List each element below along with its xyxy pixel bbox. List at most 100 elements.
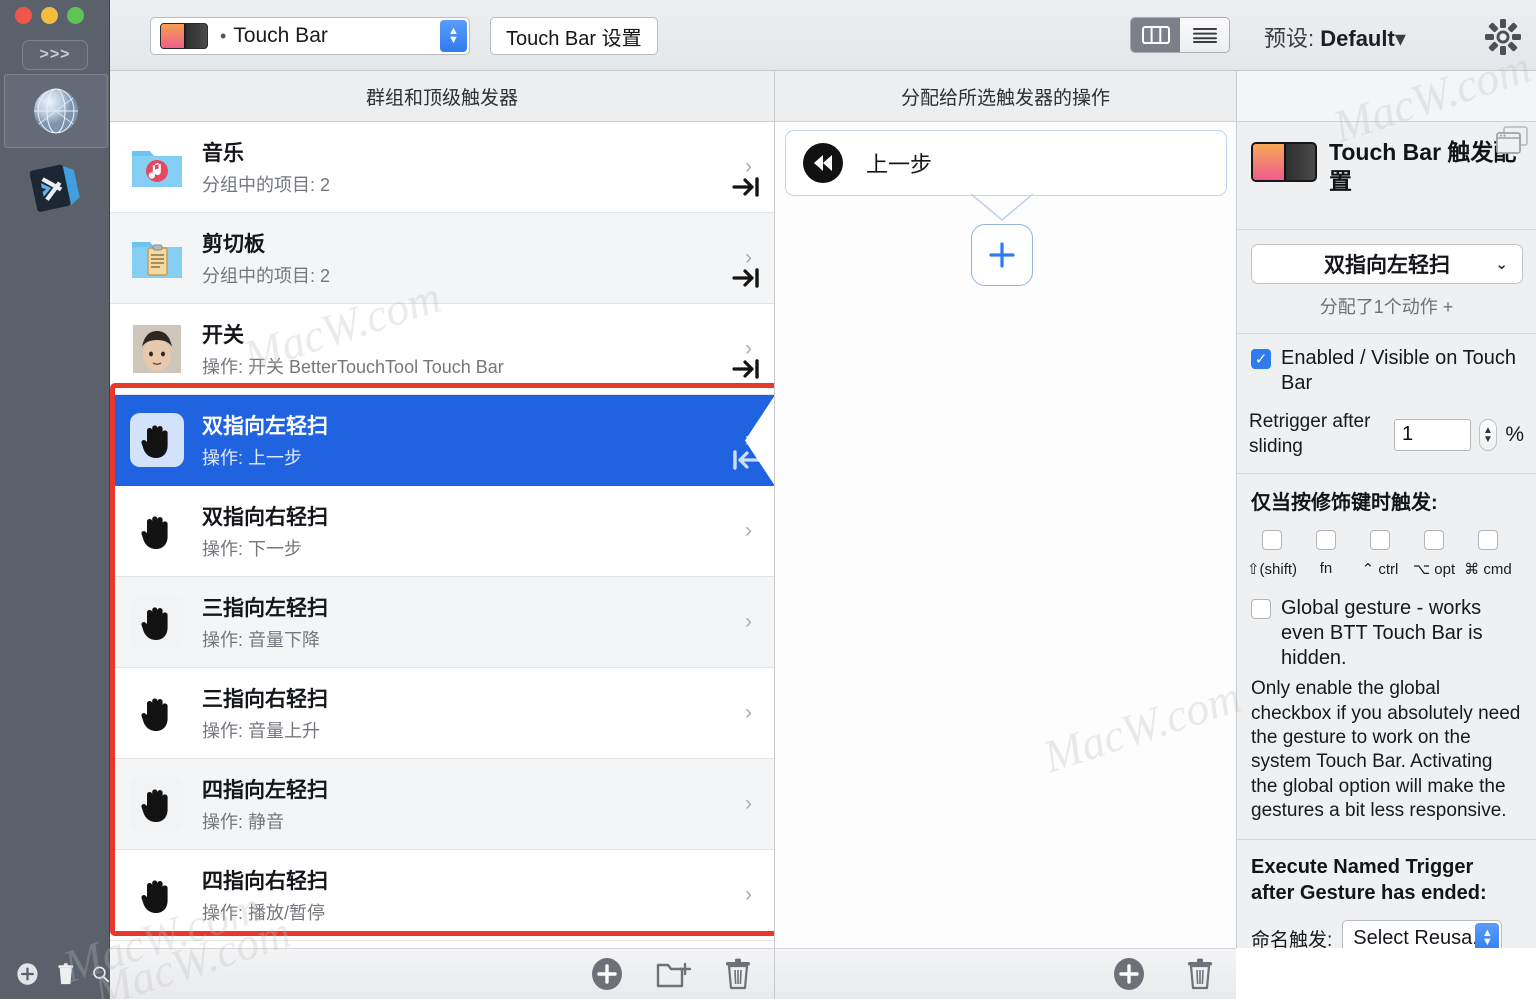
hand-icon	[141, 607, 168, 640]
gear-icon	[1485, 19, 1521, 55]
chevron-right-icon[interactable]: ›	[745, 519, 752, 543]
retrigger-input[interactable]: 1	[1394, 418, 1471, 451]
modifier-4[interactable]: ⌘ cmd	[1461, 527, 1515, 578]
table-row[interactable]: 双指向右轻扫 操作: 下一步 ›	[110, 486, 774, 577]
trigger-row-text: 三指向右轻扫 操作: 音量上升	[202, 683, 328, 743]
windows-icon	[1496, 126, 1528, 154]
table-row[interactable]: 四指向右轻扫 操作: 播放/暂停 ›	[110, 850, 774, 941]
stepper-down-icon: ▼	[448, 34, 459, 46]
modifier-1[interactable]: fn	[1299, 527, 1353, 578]
trigger-row-title: 四指向左轻扫	[202, 779, 328, 802]
chevron-right-icon[interactable]: ›	[745, 610, 752, 634]
dock-add-button[interactable]	[16, 957, 39, 991]
table-row[interactable]: 剪切板 分组中的项目: 2 ›	[110, 213, 774, 304]
preset-selector[interactable]: • Touch Bar ▲ ▼	[150, 17, 470, 55]
close-button[interactable]	[15, 7, 32, 24]
preset-caret-icon: ▾	[1394, 26, 1406, 51]
table-row[interactable]: 音乐 分组中的项目: 2 ›	[110, 122, 774, 213]
zoom-button[interactable]	[67, 7, 84, 24]
trigger-row-subtitle: 操作: 音量下降	[202, 630, 321, 650]
assigned-action-card[interactable]: 上一步	[785, 130, 1227, 196]
trigger-row-subtitle: 操作: 音量上升	[202, 721, 321, 741]
grid-view-icon	[1141, 26, 1170, 44]
delete-action-button[interactable]	[1186, 957, 1214, 991]
add-group-button[interactable]	[656, 958, 692, 990]
chevron-right-icon[interactable]: ›	[745, 883, 752, 907]
modifier-checkbox[interactable]	[1478, 530, 1498, 551]
preset-status-label: 预设:	[1264, 26, 1315, 51]
trigger-row-text: 剪切板 分组中的项目: 2	[202, 228, 330, 288]
stepper-down-icon: ▼	[1481, 936, 1493, 948]
modifier-3[interactable]: ⌥ opt	[1407, 527, 1461, 578]
modifier-checkbox[interactable]	[1262, 530, 1282, 551]
gesture-select[interactable]: 双指向左轻扫 ⌄	[1251, 244, 1523, 284]
tab-grid-view[interactable]	[1131, 18, 1180, 52]
stepper-down-icon: ▼	[1483, 433, 1493, 445]
chevron-right-icon[interactable]: ›	[745, 792, 752, 816]
trigger-row-title: 双指向右轻扫	[202, 506, 328, 529]
trigger-row-icon	[130, 595, 184, 649]
hand-icon	[141, 789, 168, 822]
table-row[interactable]: 四指向左轻扫 操作: 静音 ›	[110, 759, 774, 850]
windows-button[interactable]	[1496, 126, 1528, 159]
modifier-label: ⌃ ctrl	[1361, 561, 1399, 579]
global-gesture-row[interactable]: Global gesture - works even BTT Touch Ba…	[1237, 578, 1536, 671]
trigger-row-icon	[130, 777, 184, 831]
view-mode-segmented-control[interactable]	[1130, 17, 1230, 53]
global-gesture-checkbox[interactable]	[1251, 599, 1271, 620]
bettertouchtool-window: >>> • Touch Bar ▲ ▼ Touch Bar 设置 预设: Def…	[0, 0, 1536, 999]
modifier-label: ⌘ cmd	[1464, 561, 1512, 579]
table-row[interactable]: 双指向左轻扫操作: 上一步›	[110, 395, 774, 486]
left-column-header: 群组和顶级触发器	[110, 71, 774, 122]
retrigger-stepper[interactable]: ▲ ▼	[1478, 418, 1498, 451]
trigger-row-title: 三指向右轻扫	[202, 688, 328, 711]
move-to-trigger-icon[interactable]	[732, 266, 760, 295]
modifier-0[interactable]: ⇧(shift)	[1245, 527, 1299, 578]
minimize-button[interactable]	[41, 7, 58, 24]
dock-search-icon[interactable]	[92, 961, 110, 987]
delete-trigger-button[interactable]	[724, 957, 752, 991]
modifier-checkbox[interactable]	[1424, 530, 1444, 551]
add-trigger-button[interactable]	[590, 957, 624, 991]
trigger-row-title: 开关	[202, 324, 244, 347]
trigger-row-subtitle: 分组中的项目: 2	[202, 175, 331, 195]
move-to-trigger-icon[interactable]	[732, 357, 760, 386]
trigger-row-text: 音乐 分组中的项目: 2	[202, 137, 330, 197]
add-action-button[interactable]	[1112, 957, 1146, 991]
table-row[interactable]: 三指向左轻扫 操作: 音量下降 ›	[110, 577, 774, 668]
settings-gear-button[interactable]	[1484, 18, 1522, 61]
execute-named-trigger-title: Execute Named Trigger after Gesture has …	[1251, 856, 1487, 905]
trigger-list[interactable]: 音乐 分组中的项目: 2 › 剪切板 分组中的项目: 2 › 开关 操作: 开关 Bett…	[110, 122, 774, 948]
dock-item-globe-app[interactable]	[4, 74, 108, 148]
middle-column-header: 分配给所选触发器的操作	[774, 71, 1236, 122]
vscode-icon	[29, 164, 80, 212]
modifier-2[interactable]: ⌃ ctrl	[1353, 527, 1407, 578]
trigger-row-text: 双指向左轻扫 操作: 上一步	[202, 410, 328, 470]
named-trigger-stepper-icon[interactable]: ▲ ▼	[1475, 923, 1500, 948]
trigger-row-icon	[130, 322, 184, 376]
trigger-row-title: 双指向左轻扫	[202, 415, 328, 438]
modifier-checkbox[interactable]	[1316, 530, 1336, 551]
trigger-row-text: 四指向左轻扫 操作: 静音	[202, 774, 328, 834]
preset-status[interactable]: 预设: Default▾	[1264, 21, 1406, 53]
named-trigger-select[interactable]: Select Reusa... ▲ ▼	[1342, 920, 1503, 948]
chevron-right-icon[interactable]: ›	[745, 701, 752, 725]
enabled-checkbox-row[interactable]: Enabled / Visible on Touch Bar	[1237, 334, 1536, 396]
modifier-checkbox-row[interactable]: ⇧(shift) fn ⌃ ctrl ⌥ opt ⌘ cmd	[1237, 515, 1536, 578]
avatar-icon	[133, 325, 181, 373]
move-to-trigger-icon[interactable]	[732, 175, 760, 204]
global-gesture-label: Global gesture - works even BTT Touch Ba…	[1281, 597, 1483, 670]
tab-list-view[interactable]	[1180, 18, 1229, 52]
dock-item-vscode-app[interactable]	[4, 150, 108, 224]
trigger-row-icon	[130, 868, 184, 922]
dock-trash-button[interactable]	[57, 957, 75, 991]
modifier-checkbox[interactable]	[1370, 530, 1390, 551]
list-view-icon	[1192, 28, 1217, 43]
touchbar-settings-button[interactable]: Touch Bar 设置	[490, 17, 658, 55]
dock-expand-button[interactable]: >>>	[22, 40, 88, 70]
preset-combo-stepper-icon[interactable]: ▲ ▼	[440, 20, 467, 52]
enabled-checkbox[interactable]	[1251, 349, 1271, 369]
add-action-plus-button[interactable]	[971, 224, 1033, 286]
table-row[interactable]: 三指向右轻扫 操作: 音量上升 ›	[110, 668, 774, 759]
table-row[interactable]: 开关 操作: 开关 BetterTouchTool Touch Bar ›	[110, 304, 774, 395]
